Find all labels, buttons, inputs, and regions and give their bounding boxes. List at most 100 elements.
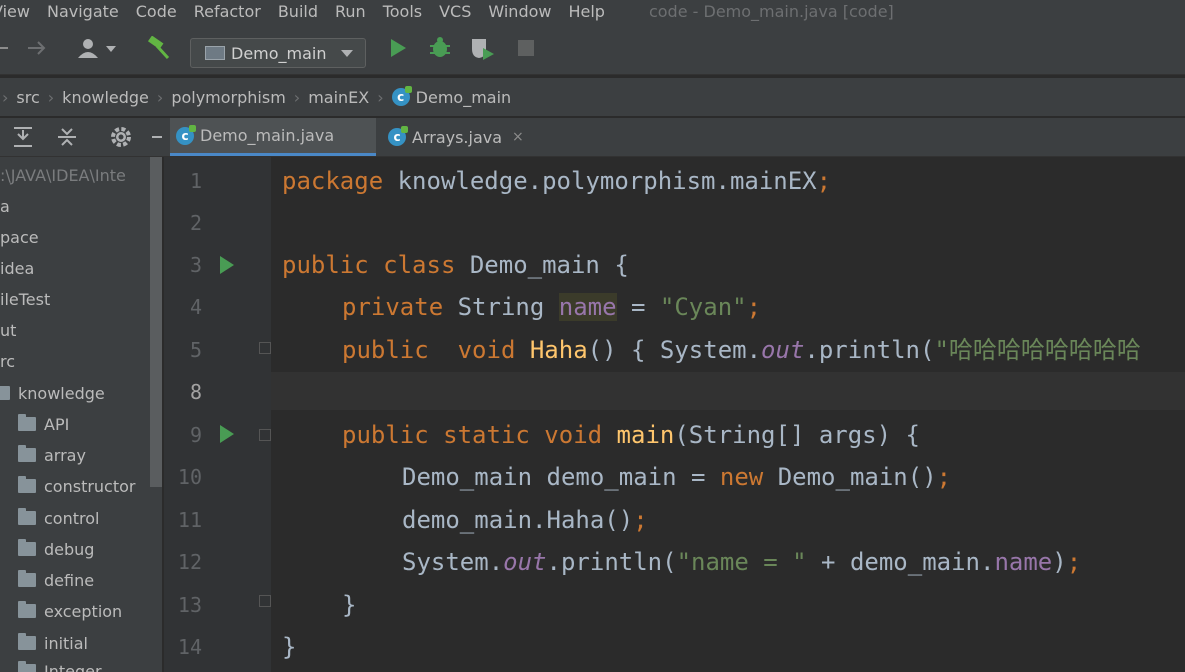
- navigation-breadcrumb: › src › knowledge › polymorphism › mainE…: [0, 78, 1185, 116]
- tree-item[interactable]: pace: [0, 225, 39, 249]
- tree-item-label: initial: [44, 633, 88, 653]
- build-hammer-icon[interactable]: [146, 36, 172, 60]
- code-editor[interactable]: package knowledge.polymorphism.mainEX; p…: [271, 157, 1185, 672]
- menu-refactor[interactable]: Refactor: [194, 2, 261, 21]
- code-line: }: [282, 633, 297, 661]
- line-number: 11: [177, 508, 202, 532]
- expand-all-icon[interactable]: [12, 126, 34, 148]
- tree-item-package[interactable]: debug: [18, 537, 94, 561]
- menu-window[interactable]: Window: [488, 2, 551, 21]
- project-root-path[interactable]: :\JAVA\IDEA\Inte: [0, 163, 126, 187]
- tree-item[interactable]: rc: [0, 349, 15, 373]
- tree-item-package[interactable]: control: [18, 506, 99, 530]
- breadcrumb-src[interactable]: src: [16, 88, 39, 107]
- run-with-coverage-icon[interactable]: [468, 36, 496, 60]
- tab-arrays-java[interactable]: c Arrays.java ×: [384, 118, 524, 156]
- menu-vcs[interactable]: VCS: [439, 2, 471, 21]
- fold-marker-icon[interactable]: [259, 595, 271, 607]
- forward-arrow-icon[interactable]: [26, 38, 48, 58]
- run-gutter-icon[interactable]: [220, 256, 234, 274]
- chevron-right-icon: ›: [2, 87, 9, 107]
- folder-icon: [18, 661, 36, 672]
- tree-item-package[interactable]: initial: [18, 631, 88, 655]
- chevron-down-icon: [341, 49, 353, 57]
- tree-item-package[interactable]: constructor: [18, 474, 136, 498]
- tree-item-package[interactable]: define: [18, 568, 94, 592]
- folder-icon: [18, 476, 36, 493]
- tree-item-package[interactable]: array: [18, 443, 86, 467]
- folder-icon: [18, 445, 36, 462]
- code-line: }: [342, 591, 357, 619]
- tree-item-label: debug: [44, 539, 95, 559]
- tree-item-package[interactable]: API: [18, 412, 69, 436]
- java-class-icon: c: [391, 86, 412, 106]
- tab-label: Demo_main.java: [200, 126, 335, 145]
- gear-icon[interactable]: [108, 124, 134, 150]
- breadcrumb-polymorphism[interactable]: polymorphism: [171, 88, 285, 107]
- java-class-icon: c: [176, 124, 196, 145]
- tree-item-label: API: [44, 414, 70, 434]
- tree-item-label: constructor: [44, 476, 136, 496]
- folder-icon: [18, 570, 36, 587]
- project-scrollbar[interactable]: [150, 157, 162, 487]
- debug-bug-icon[interactable]: [428, 36, 452, 60]
- code-line: public void Haha() { System.out.println(…: [342, 336, 1141, 364]
- folder-icon: [0, 386, 10, 400]
- line-number: 9: [189, 423, 202, 447]
- breadcrumb-demo-main[interactable]: Demo_main: [416, 88, 512, 107]
- folder-icon: [18, 633, 36, 650]
- tree-item-label: array: [44, 445, 86, 465]
- line-number: 1: [189, 169, 202, 193]
- menu-code[interactable]: Code: [136, 2, 177, 21]
- tab-demo-main-java[interactable]: c Demo_main.java: [170, 118, 376, 156]
- close-icon[interactable]: ×: [512, 129, 524, 145]
- collapse-all-icon[interactable]: [56, 126, 78, 148]
- menu-tools[interactable]: Tools: [383, 2, 422, 21]
- folder-icon: [18, 601, 36, 618]
- tree-item[interactable]: ileTest: [0, 287, 50, 311]
- tree-item-knowledge[interactable]: knowledge: [0, 381, 105, 405]
- menu-navigate[interactable]: Navigate: [47, 2, 119, 21]
- tree-item-package[interactable]: exception: [18, 599, 122, 623]
- menu-help[interactable]: Help: [568, 2, 604, 21]
- fold-marker-icon[interactable]: [259, 429, 271, 441]
- run-gutter-icon[interactable]: [220, 425, 234, 443]
- tree-item[interactable]: a: [0, 194, 10, 218]
- run-configuration-dropdown[interactable]: Demo_main: [190, 38, 366, 68]
- chevron-right-icon: ›: [156, 87, 164, 107]
- code-line: public class Demo_main {: [282, 251, 629, 279]
- line-number-current: 8: [189, 380, 202, 404]
- stop-icon[interactable]: [516, 38, 536, 58]
- name-field-highlight: name: [558, 293, 617, 321]
- menu-build[interactable]: Build: [278, 2, 318, 21]
- main-toolbar: [0, 22, 1185, 75]
- breadcrumb-knowledge[interactable]: knowledge: [62, 88, 149, 107]
- breadcrumb-mainex[interactable]: mainEX: [308, 88, 369, 107]
- fold-marker-icon[interactable]: [259, 342, 271, 354]
- tree-item-label: Integer: [44, 661, 102, 672]
- chevron-right-icon: ›: [377, 87, 384, 107]
- line-number: 4: [189, 295, 202, 319]
- hide-panel-icon[interactable]: [152, 136, 162, 138]
- folder-icon: [18, 508, 36, 525]
- code-line: System.out.println("name = " + demo_main…: [402, 548, 1082, 576]
- tree-item[interactable]: ut: [0, 318, 16, 342]
- menu-run[interactable]: Run: [335, 2, 366, 21]
- tree-item-label: exception: [44, 601, 123, 621]
- menu-view[interactable]: View: [0, 2, 30, 21]
- folder-icon: [18, 539, 36, 556]
- tree-item[interactable]: idea: [0, 256, 34, 280]
- back-arrow-icon[interactable]: [0, 40, 10, 56]
- code-line: demo_main.Haha();: [402, 506, 648, 534]
- vcs-user-icon[interactable]: [76, 36, 120, 60]
- chevron-right-icon: ›: [293, 87, 301, 107]
- line-number: 10: [177, 465, 202, 489]
- code-line: private String name = "Cyan";: [342, 293, 762, 321]
- folder-icon: [18, 414, 36, 431]
- line-number: 14: [177, 635, 202, 659]
- tree-item-package[interactable]: Integer: [18, 659, 102, 672]
- tree-item-label: control: [44, 508, 100, 528]
- window-title: code - Demo_main.java [code]: [648, 1, 894, 21]
- run-icon[interactable]: [388, 36, 408, 60]
- editor-gutter: 1 2 3 4 5 8 9 10 11 12 13 14: [164, 157, 271, 672]
